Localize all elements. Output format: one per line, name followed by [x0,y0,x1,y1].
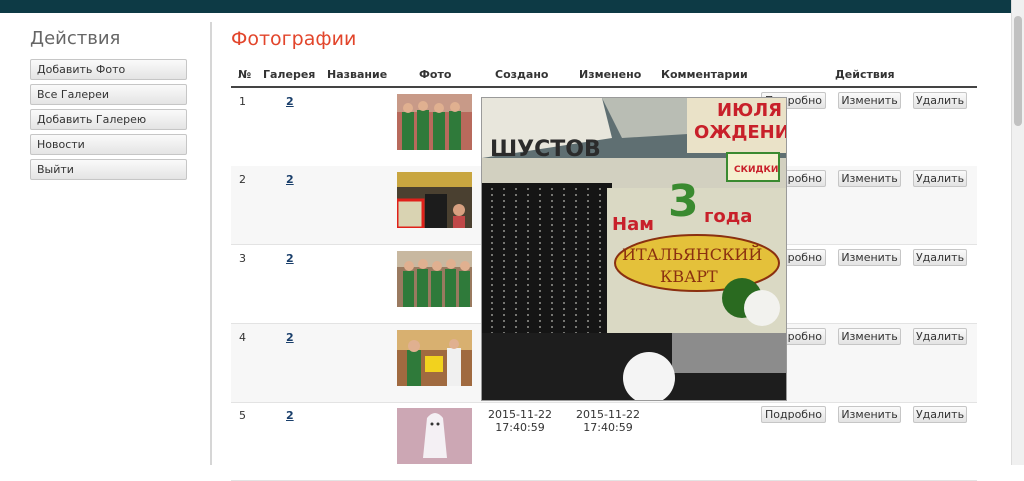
gallery-link[interactable]: 2 [286,173,294,186]
created-date: 2015-11-22 [488,408,552,421]
add-gallery-button[interactable]: Добавить Галерею [30,109,187,130]
news-button[interactable]: Новости [30,134,187,155]
edit-button[interactable]: Изменить [838,92,901,109]
row-number: 1 [239,95,246,108]
photo-thumbnail[interactable] [397,251,472,307]
top-bar [0,0,1012,13]
gallery-link[interactable]: 2 [286,409,294,422]
gallery-link[interactable]: 2 [286,95,294,108]
photo-preview-popup[interactable]: ШУСТОВ Нам 3 года ИТАЛЬЯНСКИЙ КВАРТ ИЮЛЯ… [481,97,787,401]
header-num: № [238,68,252,81]
header-modified: Изменено [579,68,642,81]
preview-sign-text: Нам [612,214,654,235]
row-number: 2 [239,173,246,186]
all-galleries-button[interactable]: Все Галереи [30,84,187,105]
edit-button[interactable]: Изменить [838,406,901,423]
preview-sign-text: СКИДКИ [734,165,778,175]
sidebar-title: Действия [30,28,121,49]
created-time: 17:40:59 [495,421,545,434]
preview-sign-text: ИЮЛЯ [717,100,782,121]
sidebar-divider [210,22,212,465]
preview-image: ШУСТОВ Нам 3 года ИТАЛЬЯНСКИЙ КВАРТ ИЮЛЯ… [482,98,786,400]
row-number: 4 [239,331,246,344]
delete-button[interactable]: Удалить [913,170,967,187]
preview-sign-number: 3 [668,176,699,227]
header-name: Название [327,68,388,81]
photo-thumbnail[interactable] [397,408,472,464]
delete-button[interactable]: Удалить [913,249,967,266]
logout-button[interactable]: Выйти [30,159,187,180]
modified-date: 2015-11-22 [576,408,640,421]
row-number: 5 [239,409,246,422]
preview-sign-text: ШУСТОВ [490,137,601,162]
table-row: 5 2 2015-11-22 17:40:59 2015-11-22 17:40… [231,402,977,481]
table-header: № Галерея Название Фото Создано Изменено… [231,66,977,88]
edit-button[interactable]: Изменить [838,328,901,345]
header-photo: Фото [419,68,452,81]
preview-sign-text: КВАРТ [660,267,718,286]
created-cell: 2015-11-22 17:40:59 [485,408,555,434]
page-title: Фотографии [231,28,357,50]
preview-sign-text: года [704,206,752,227]
modified-cell: 2015-11-22 17:40:59 [573,408,643,434]
delete-button[interactable]: Удалить [913,328,967,345]
delete-button[interactable]: Удалить [913,92,967,109]
photo-thumbnail[interactable] [397,172,472,228]
row-number: 3 [239,252,246,265]
preview-sign-text: ОЖДЕНИ [694,122,786,143]
gallery-link[interactable]: 2 [286,252,294,265]
scrollbar-thumb[interactable] [1014,16,1022,126]
photo-thumbnail[interactable] [397,330,472,386]
header-created: Создано [495,68,549,81]
header-gallery: Галерея [263,68,316,81]
header-comments: Комментарии [661,68,748,81]
preview-sign-text: ИТАЛЬЯНСКИЙ [622,244,762,264]
main-content: Фотографии [231,28,977,50]
scrollbar[interactable] [1011,0,1024,465]
details-button[interactable]: Подробно [761,406,826,423]
photo-thumbnail[interactable] [397,94,472,150]
edit-button[interactable]: Изменить [838,170,901,187]
edit-button[interactable]: Изменить [838,249,901,266]
sidebar: Действия Добавить Фото Все Галереи Добав… [30,28,188,184]
delete-button[interactable]: Удалить [913,406,967,423]
gallery-link[interactable]: 2 [286,331,294,344]
add-photo-button[interactable]: Добавить Фото [30,59,187,80]
modified-time: 17:40:59 [583,421,633,434]
header-actions: Действия [835,68,895,81]
